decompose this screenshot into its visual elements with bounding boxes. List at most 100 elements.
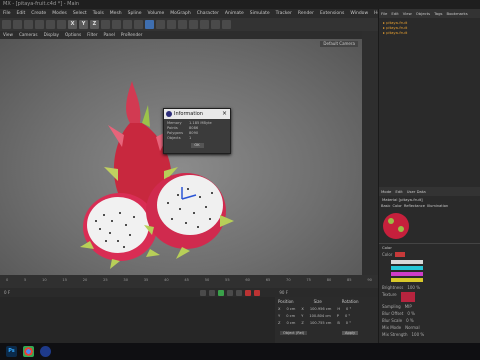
window-title: MX - [pitaya-fruit.c4d *] - Main bbox=[0, 0, 480, 9]
menu-item[interactable]: Volume bbox=[148, 9, 165, 18]
objects-menu-item[interactable]: View bbox=[403, 11, 412, 16]
rotate-icon[interactable] bbox=[57, 20, 66, 29]
cinema4d-icon[interactable] bbox=[40, 346, 51, 357]
coord-system-icon[interactable] bbox=[101, 20, 110, 29]
undo-icon[interactable] bbox=[2, 20, 11, 29]
channel-slider[interactable] bbox=[391, 266, 423, 270]
menu-item[interactable]: File bbox=[3, 9, 11, 18]
select-icon[interactable] bbox=[24, 20, 33, 29]
menu-item[interactable]: Render bbox=[298, 9, 314, 18]
view-menu-item[interactable]: View bbox=[3, 31, 13, 39]
coord-cell: B bbox=[337, 321, 340, 325]
frame-end[interactable]: 90 F bbox=[279, 290, 288, 295]
color-swatch[interactable] bbox=[395, 252, 406, 257]
attributes-menu-item[interactable]: Mode bbox=[381, 189, 391, 194]
axis-z-toggle[interactable]: Z bbox=[90, 20, 99, 29]
prev-frame-icon[interactable] bbox=[209, 289, 216, 296]
ps-icon[interactable]: Ps bbox=[6, 346, 17, 357]
material-tab[interactable]: Illumination bbox=[427, 204, 448, 208]
coord-row[interactable]: Z 0 cm Z 100.755 cm B 0 ° bbox=[278, 320, 351, 327]
menu-item[interactable]: Spline bbox=[128, 9, 142, 18]
brightness-value[interactable]: 100 % bbox=[407, 285, 420, 290]
menu-item[interactable]: Select bbox=[73, 9, 87, 18]
deformer-icon[interactable] bbox=[189, 20, 198, 29]
menu-item[interactable]: Tracker bbox=[276, 9, 292, 18]
menu-item[interactable]: Tools bbox=[93, 9, 104, 18]
mix-mode-value[interactable]: Normal bbox=[405, 325, 419, 330]
pen-icon[interactable] bbox=[156, 20, 165, 29]
channel-slider[interactable] bbox=[391, 272, 423, 276]
objects-menu-item[interactable]: Tags bbox=[434, 11, 442, 16]
ok-button[interactable]: OK bbox=[190, 143, 204, 148]
view-menu-item[interactable]: Options bbox=[65, 31, 81, 39]
cube-icon[interactable] bbox=[145, 20, 154, 29]
material-tab[interactable]: Basic bbox=[381, 204, 391, 208]
attributes-menu-item[interactable]: Edit bbox=[395, 189, 402, 194]
menu-item[interactable]: Modes bbox=[52, 9, 67, 18]
redo-icon[interactable] bbox=[13, 20, 22, 29]
objects-menu-item[interactable]: File bbox=[381, 11, 387, 16]
blur-offset-value[interactable]: 0 % bbox=[407, 311, 415, 316]
record-icon[interactable] bbox=[245, 289, 252, 296]
view-menu-item[interactable]: Panel bbox=[104, 31, 115, 39]
menu-item[interactable]: Edit bbox=[17, 9, 26, 18]
apply-button[interactable]: Apply bbox=[342, 331, 359, 335]
texture-thumb[interactable] bbox=[400, 292, 415, 302]
view-menu-item[interactable]: ProRender bbox=[121, 31, 143, 39]
frame-start[interactable]: 0 F bbox=[4, 290, 10, 295]
next-frame-icon[interactable] bbox=[227, 289, 234, 296]
object-item[interactable]: ▸ pitaya-fruit bbox=[383, 30, 476, 35]
attributes-menu-item[interactable]: User Data bbox=[407, 189, 426, 194]
objects-menu-item[interactable]: Bookmarks bbox=[447, 11, 468, 16]
viewport[interactable]: Default Camera bbox=[0, 39, 362, 275]
timeline-tick: 40 bbox=[164, 278, 169, 282]
first-frame-icon[interactable] bbox=[200, 289, 207, 296]
menu-item[interactable]: Mesh bbox=[110, 9, 122, 18]
menu-item[interactable]: MoGraph bbox=[170, 9, 190, 18]
autokey-icon[interactable] bbox=[254, 289, 261, 296]
play-icon[interactable] bbox=[218, 289, 225, 296]
render-icon[interactable] bbox=[123, 20, 132, 29]
array-icon[interactable] bbox=[178, 20, 187, 29]
camera-icon[interactable] bbox=[211, 20, 220, 29]
menu-item[interactable]: Create bbox=[31, 9, 46, 18]
render-view-icon[interactable] bbox=[112, 20, 121, 29]
camera-label[interactable]: Default Camera bbox=[320, 41, 358, 47]
subdivision-icon[interactable] bbox=[167, 20, 176, 29]
blur-offset-label: Blur Offset bbox=[382, 311, 404, 316]
move-icon[interactable] bbox=[35, 20, 44, 29]
pitaya-model[interactable] bbox=[60, 75, 250, 270]
render-settings-icon[interactable] bbox=[134, 20, 143, 29]
mode-select[interactable]: Object (Rel) bbox=[280, 331, 308, 335]
object-list: ▸ pitaya-fruit ▸ pitaya-fruit ▸ pitaya-fru… bbox=[379, 18, 480, 37]
coord-cell: X bbox=[301, 307, 304, 311]
scale-icon[interactable] bbox=[46, 20, 55, 29]
floor-icon[interactable] bbox=[200, 20, 209, 29]
objects-menu-item[interactable]: Edit bbox=[391, 11, 398, 16]
view-menu-item[interactable]: Cameras bbox=[19, 31, 38, 39]
axis-y-toggle[interactable]: Y bbox=[79, 20, 88, 29]
channel-slider[interactable] bbox=[391, 260, 423, 264]
material-tab[interactable]: Color bbox=[393, 204, 402, 208]
coord-row[interactable]: Y 0 cm Y 100.804 cm P 0 ° bbox=[278, 313, 351, 320]
last-frame-icon[interactable] bbox=[236, 289, 243, 296]
coord-row[interactable]: X 0 cm X 100.956 cm H 0 ° bbox=[278, 306, 351, 313]
menu-item[interactable]: Character bbox=[197, 9, 219, 18]
menu-item[interactable]: Simulate bbox=[250, 9, 270, 18]
light-icon[interactable] bbox=[222, 20, 231, 29]
timeline[interactable]: 0 5 10 15 20 25 30 35 40 45 50 55 60 65 70 75 80 85 90 bbox=[0, 275, 378, 288]
menu-item[interactable]: Window bbox=[350, 9, 368, 18]
mix-strength-value[interactable]: 100 % bbox=[412, 332, 425, 337]
view-menu-item[interactable]: Display bbox=[44, 31, 59, 39]
material-tab[interactable]: Reflectance bbox=[404, 204, 425, 208]
close-icon[interactable]: × bbox=[222, 109, 227, 119]
chrome-icon[interactable] bbox=[23, 346, 34, 357]
blur-scale-value[interactable]: 0 % bbox=[406, 318, 414, 323]
menu-item[interactable]: Extensions bbox=[320, 9, 344, 18]
view-menu-item[interactable]: Filter bbox=[87, 31, 97, 39]
objects-menu-item[interactable]: Objects bbox=[416, 11, 430, 16]
channel-slider[interactable] bbox=[391, 278, 423, 282]
sampling-value[interactable]: MIP bbox=[405, 304, 412, 309]
menu-item[interactable]: Animate bbox=[225, 9, 244, 18]
axis-x-toggle[interactable]: X bbox=[68, 20, 77, 29]
